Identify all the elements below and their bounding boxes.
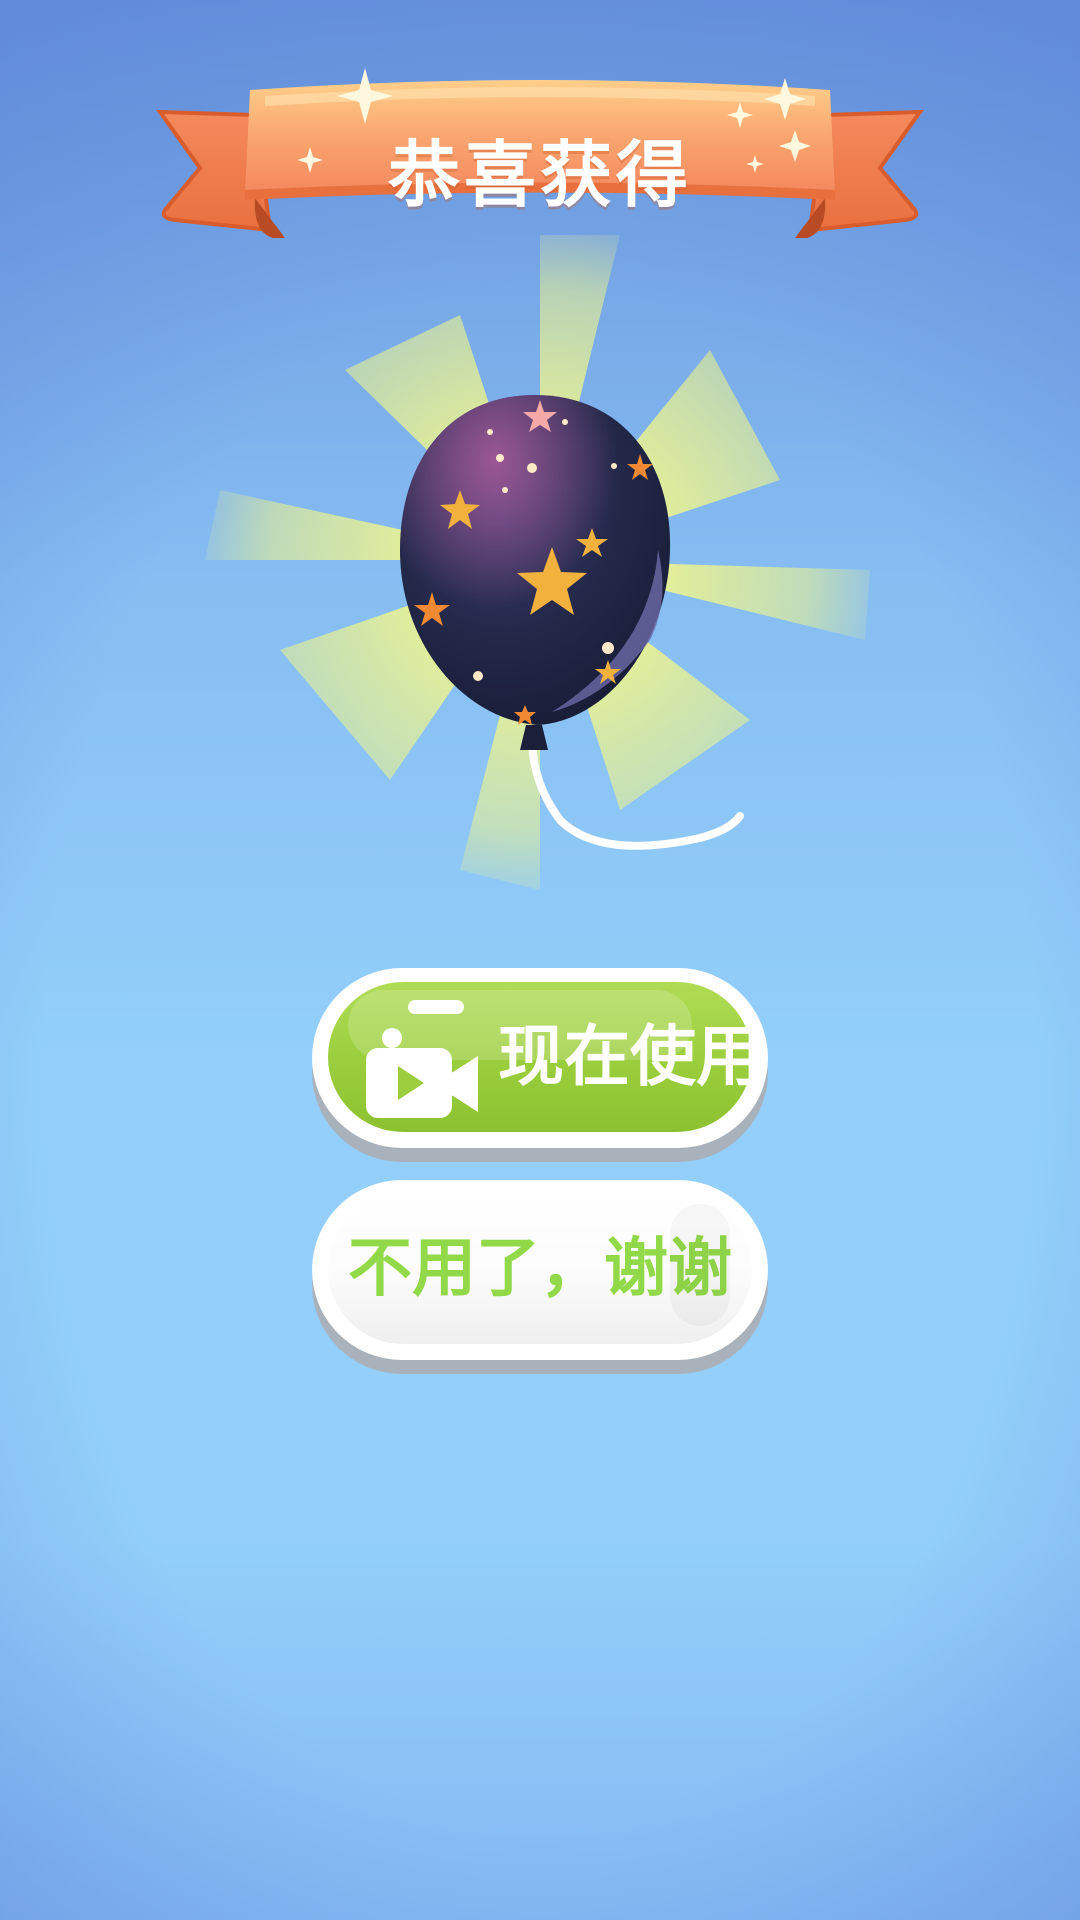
decline-button-face: 不用了，谢谢 [328,1194,752,1344]
reward-popup: 恭喜获得 现在使用 不用了，谢谢 [0,0,1080,1920]
use-now-button-face: 现在使用 [328,982,752,1132]
decline-button[interactable]: 不用了，谢谢 [312,1180,768,1360]
video-camera-icon [366,1028,478,1118]
use-now-button[interactable]: 现在使用 [312,968,768,1148]
reward-display [180,220,900,920]
button-gloss [408,1000,464,1014]
use-now-label: 现在使用 [498,1018,752,1095]
decline-label: 不用了，谢谢 [348,1232,732,1306]
light-rays [205,235,870,890]
banner-title: 恭喜获得 [387,133,692,217]
